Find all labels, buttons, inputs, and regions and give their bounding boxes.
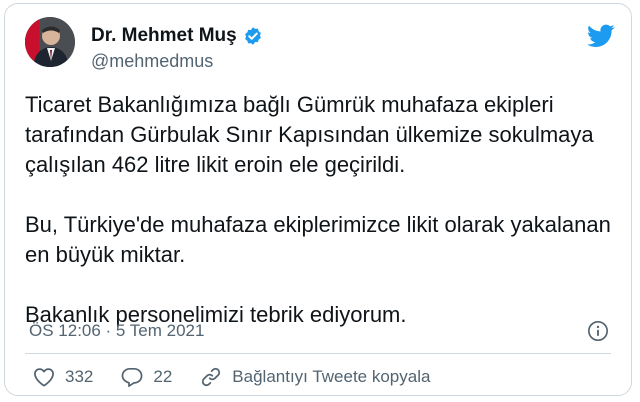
reply-button[interactable]: 22	[121, 367, 172, 387]
twitter-bird-icon[interactable]	[587, 24, 615, 48]
tweet-timestamp[interactable]: ÖS 12:06 · 5 Tem 2021	[29, 321, 204, 341]
tweet-paragraph: Ticaret Bakanlığımıza bağlı Gümrük muhaf…	[25, 92, 594, 177]
avatar[interactable]	[25, 17, 75, 67]
copy-link-button[interactable]: Bağlantıyı Tweete kopyala	[200, 366, 430, 388]
info-icon[interactable]	[587, 320, 609, 342]
copy-link-label: Bağlantıyı Tweete kopyala	[232, 367, 431, 386]
heart-icon	[34, 368, 54, 387]
reply-count: 22	[153, 367, 173, 386]
tweet-card: Dr. Mehmet Muş @mehmedmus Ticaret Bakanl…	[4, 3, 632, 396]
tweet-text: Ticaret Bakanlığımıza bağlı Gümrük muhaf…	[25, 90, 615, 330]
like-count: 332	[65, 367, 94, 386]
reply-bubble-icon	[121, 367, 143, 387]
tweet-actions: 332 22 Bağlantıyı Tweete kopyala	[33, 366, 458, 388]
divider	[25, 353, 611, 354]
verified-badge-icon	[244, 27, 261, 45]
like-button[interactable]: 332	[33, 367, 93, 387]
link-icon	[202, 367, 221, 387]
author-handle[interactable]: @mehmedmus	[91, 51, 213, 72]
author-name-row[interactable]: Dr. Mehmet Muş	[91, 25, 263, 47]
author-name[interactable]: Dr. Mehmet Muş	[91, 25, 237, 47]
tweet-paragraph: Bu, Türkiye'de muhafaza ekiplerimizce li…	[25, 212, 611, 267]
